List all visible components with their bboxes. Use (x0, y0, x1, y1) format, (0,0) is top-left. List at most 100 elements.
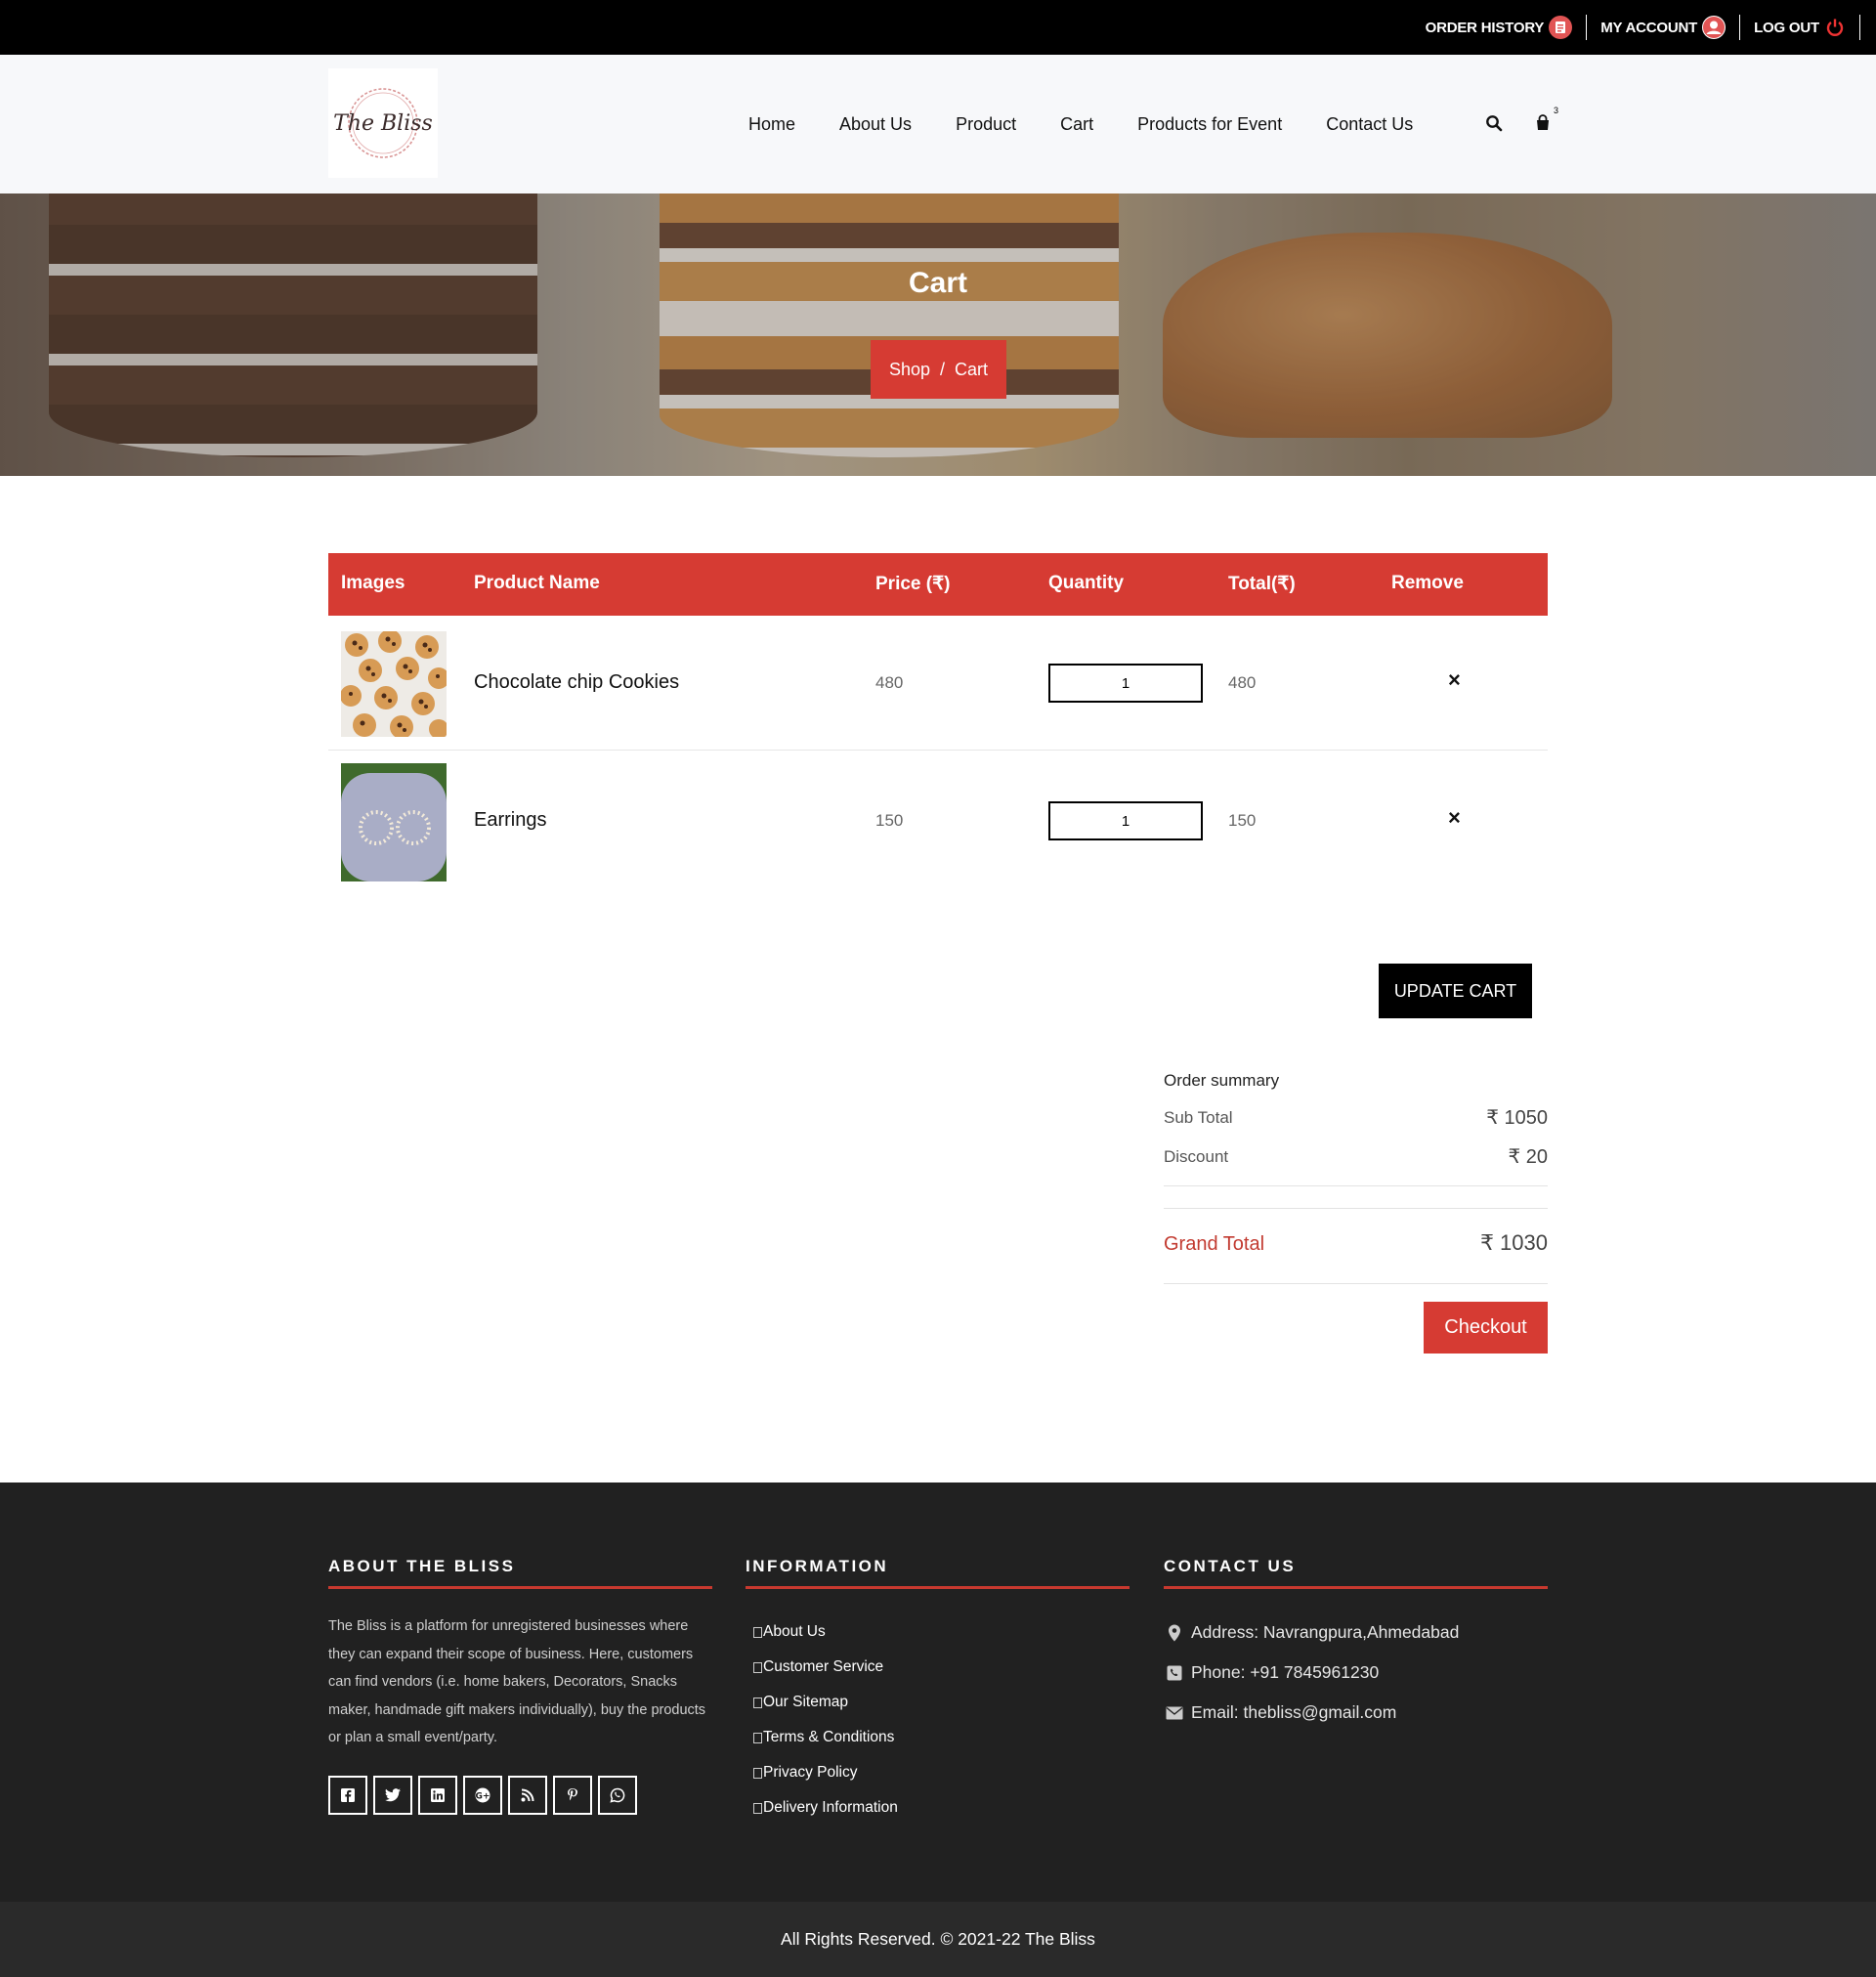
copyright-bar: All Rights Reserved. © 2021-22 The Bliss (0, 1902, 1876, 1977)
footer-link-label: Delivery Information (763, 1799, 898, 1816)
contact-address: Address: Navrangpura,Ahmedabad (1164, 1612, 1548, 1653)
subtotal-row: Sub Total ₹ 1050 (1164, 1107, 1548, 1129)
facebook-icon[interactable] (328, 1775, 367, 1815)
social-links: G+ (328, 1775, 712, 1815)
table-row: Chocolate chip Cookies 480 480 × (328, 616, 1548, 751)
discount-row: Discount ₹ 20 (1164, 1146, 1548, 1168)
breadcrumb-shop[interactable]: Shop (889, 360, 930, 380)
footer-information-heading: INFORMATION (746, 1557, 1130, 1589)
footer-link-label: Terms & Conditions (763, 1729, 895, 1745)
order-history-label: ORDER HISTORY (1425, 19, 1545, 36)
top-bar: ORDER HISTORY MY ACCOUNT LOG OUT (0, 0, 1876, 55)
footer-link-label: Our Sitemap (763, 1694, 849, 1710)
footer-link-customer-service[interactable]: Customer Service (746, 1650, 1130, 1685)
header-price: Price (₹) (875, 574, 951, 594)
update-cart-button[interactable]: UPDATE CART (1379, 964, 1532, 1018)
bullet-icon (753, 1732, 762, 1743)
summary-divider (1164, 1185, 1548, 1186)
contact-email: Email: thebliss@gmail.com (1164, 1693, 1548, 1733)
nav-contact-us[interactable]: Contact Us (1326, 114, 1413, 135)
search-icon[interactable] (1482, 111, 1506, 135)
footer-about-heading: ABOUT THE BLISS (328, 1557, 712, 1589)
footer-contact-heading: CONTACT US (1164, 1557, 1548, 1589)
grand-total-row: Grand Total ₹ 1030 (1164, 1230, 1548, 1256)
bullet-icon (753, 1661, 762, 1673)
my-account-link[interactable]: MY ACCOUNT (1587, 15, 1741, 40)
nav-about-us[interactable]: About Us (839, 114, 912, 135)
order-summary-title: Order summary (1164, 1071, 1280, 1090)
footer-link-about-us[interactable]: About Us (746, 1614, 1130, 1650)
logo-text: The Bliss (333, 110, 433, 136)
google-plus-icon[interactable]: G+ (463, 1775, 502, 1815)
linkedin-icon[interactable] (418, 1775, 457, 1815)
site-footer: ABOUT THE BLISS The Bliss is a platform … (0, 1483, 1876, 1902)
remove-item-icon[interactable]: × (1448, 667, 1461, 693)
order-history-icon (1549, 16, 1573, 39)
footer-link-our-sitemap[interactable]: Our Sitemap (746, 1685, 1130, 1720)
footer-link-terms[interactable]: Terms & Conditions (746, 1720, 1130, 1755)
shopping-bag-icon[interactable]: 3 (1531, 106, 1558, 135)
bullet-icon (753, 1802, 762, 1814)
header-total: Total(₹) (1228, 574, 1296, 594)
footer-about: ABOUT THE BLISS The Bliss is a platform … (328, 1557, 712, 1815)
contact-email-text[interactable]: Email: thebliss@gmail.com (1191, 1702, 1396, 1723)
subtotal-label: Sub Total (1164, 1108, 1233, 1127)
grand-total-label: Grand Total (1164, 1233, 1265, 1255)
nav-products-for-event[interactable]: Products for Event (1137, 114, 1282, 135)
footer-contact: CONTACT US Address: Navrangpura,Ahmedaba… (1164, 1557, 1548, 1733)
rss-icon[interactable] (508, 1775, 547, 1815)
contact-address-text: Address: Navrangpura,Ahmedabad (1191, 1622, 1460, 1642)
log-out-link[interactable]: LOG OUT (1740, 15, 1860, 40)
logo[interactable]: The Bliss (328, 68, 438, 178)
earrings-image[interactable] (341, 763, 447, 881)
contact-phone: Phone: +91 7845961230 (1164, 1653, 1548, 1693)
whatsapp-icon[interactable] (598, 1775, 637, 1815)
cart-count-badge: 3 (1553, 106, 1558, 115)
quantity-input[interactable] (1048, 664, 1203, 703)
nav-icons: 3 (1482, 106, 1558, 135)
contact-phone-text: Phone: +91 7845961230 (1191, 1662, 1380, 1682)
bullet-icon (753, 1767, 762, 1779)
product-name[interactable]: Earrings (474, 809, 546, 832)
nav-cart[interactable]: Cart (1060, 114, 1093, 135)
svg-text:G+: G+ (476, 1791, 490, 1801)
information-links: About Us Customer Service Our Sitemap Te… (746, 1614, 1130, 1826)
page-banner: Cart Shop / Cart (0, 193, 1876, 476)
bullet-icon (753, 1697, 762, 1708)
footer-link-delivery[interactable]: Delivery Information (746, 1790, 1130, 1826)
checkout-button[interactable]: Checkout (1424, 1302, 1548, 1354)
footer-link-label: Privacy Policy (763, 1764, 858, 1781)
envelope-icon (1164, 1706, 1185, 1720)
product-name[interactable]: Chocolate chip Cookies (474, 671, 679, 694)
cart-table-header: Images Product Name Price (₹) Quantity T… (328, 553, 1548, 616)
cookies-image[interactable] (341, 631, 447, 737)
nav-home[interactable]: Home (748, 114, 795, 135)
twitter-icon[interactable] (373, 1775, 412, 1815)
footer-link-label: Customer Service (763, 1658, 884, 1675)
cart-table: Images Product Name Price (₹) Quantity T… (328, 553, 1548, 887)
map-marker-icon (1164, 1624, 1185, 1642)
pinterest-icon[interactable] (553, 1775, 592, 1815)
footer-about-text: The Bliss is a platform for unregistered… (328, 1618, 706, 1745)
bullet-icon (753, 1626, 762, 1638)
footer-link-label: About Us (763, 1623, 826, 1640)
remove-item-icon[interactable]: × (1448, 805, 1461, 831)
power-icon (1824, 17, 1846, 38)
main-nav: Home About Us Product Cart Products for … (748, 55, 1457, 193)
breadcrumb-cart: Cart (955, 359, 989, 379)
order-history-link[interactable]: ORDER HISTORY (1412, 15, 1588, 40)
page-title: Cart (908, 267, 967, 299)
product-total: 150 (1228, 811, 1257, 830)
copyright-text: All Rights Reserved. © 2021-22 The Bliss (781, 1929, 1095, 1949)
site-header: The Bliss Home About Us Product Cart Pro… (0, 55, 1876, 193)
nav-product[interactable]: Product (956, 114, 1016, 135)
header-remove: Remove (1391, 573, 1464, 593)
product-price: 480 (875, 673, 904, 692)
account-icon (1702, 16, 1727, 39)
discount-label: Discount (1164, 1147, 1229, 1166)
account-links: ORDER HISTORY MY ACCOUNT LOG OUT (1412, 0, 1860, 55)
summary-divider (1164, 1283, 1548, 1284)
quantity-input[interactable] (1048, 801, 1203, 840)
footer-link-privacy[interactable]: Privacy Policy (746, 1755, 1130, 1790)
product-price: 150 (875, 811, 904, 830)
